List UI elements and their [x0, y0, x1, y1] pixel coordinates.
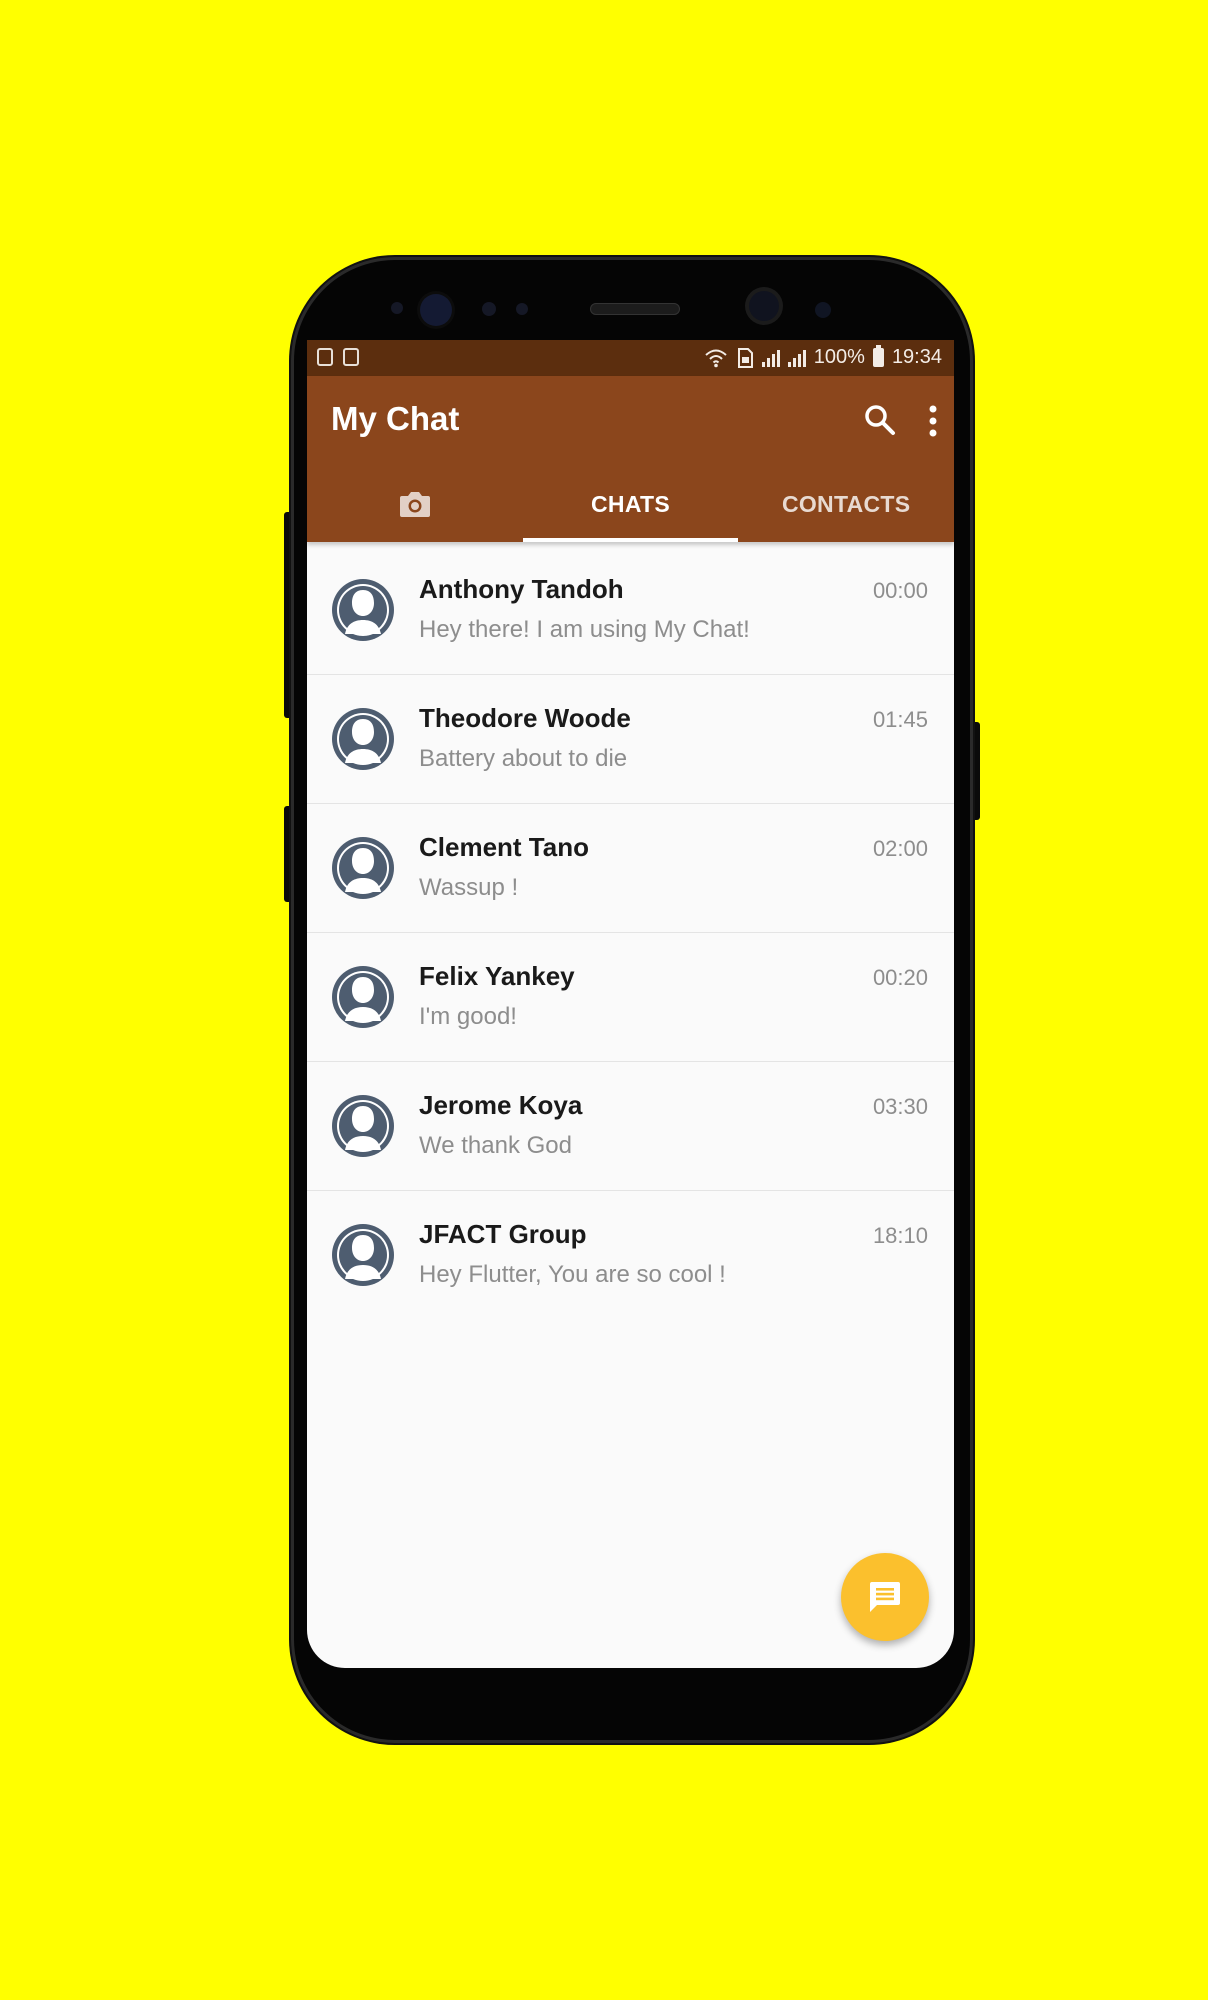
status-right: 100% 19:34 [704, 345, 942, 369]
status-bar: 100% 19:34 [307, 340, 954, 376]
phone-screen: 100% 19:34 My Chat CHATS CONTACTS Anthon… [307, 340, 954, 1668]
camera-icon [399, 492, 430, 517]
chat-time: 00:20 [872, 965, 928, 990]
sensor-dot [391, 302, 403, 314]
chat-name: JFACT Group [419, 1219, 587, 1249]
chat-time: 03:30 [872, 1094, 928, 1119]
tab-chats[interactable]: CHATS [522, 466, 739, 542]
status-time: 19:34 [891, 346, 942, 368]
battery-icon [872, 345, 884, 367]
app-title: My Chat [331, 400, 460, 437]
chat-item[interactable]: Theodore Woode Battery about to die 01:4… [307, 675, 954, 804]
battery-saver-icon [343, 348, 359, 366]
battery-percent: 100% [813, 346, 865, 368]
chat-last-message: I'm good! [419, 1003, 517, 1030]
chat-name: Anthony Tandoh [419, 574, 624, 604]
signal-strength-2-icon [787, 349, 806, 367]
chat-last-message: Battery about to die [419, 745, 628, 772]
search-icon [865, 405, 895, 435]
tab-contacts-label: CONTACTS [781, 490, 911, 517]
tab-contacts[interactable]: CONTACTS [738, 466, 954, 542]
chat-last-message: Hey Flutter, You are so cool ! [419, 1261, 726, 1288]
person-icon [332, 579, 394, 641]
chat-name: Clement Tano [419, 832, 589, 862]
chat-last-message: Hey there! I am using My Chat! [419, 616, 750, 643]
chat-item[interactable]: Jerome Koya We thank God 03:30 [307, 1062, 954, 1191]
iris-sensor [420, 294, 452, 326]
chat-list: Anthony Tandoh Hey there! I am using My … [307, 546, 954, 1319]
chat-time: 01:45 [872, 707, 928, 732]
proximity-sensor [482, 302, 496, 316]
earpiece-speaker [590, 303, 680, 315]
chat-last-message: Wassup ! [419, 874, 519, 901]
sim-card-icon [737, 347, 753, 368]
more-vert-icon [929, 405, 937, 437]
chat-item[interactable]: JFACT Group Hey Flutter, You are so cool… [307, 1191, 954, 1319]
person-icon [332, 837, 394, 899]
person-icon [332, 1224, 394, 1286]
chat-item[interactable]: Felix Yankey I'm good! 00:20 [307, 933, 954, 1062]
chat-name: Jerome Koya [419, 1090, 583, 1120]
search-button[interactable] [862, 402, 898, 438]
more-options-button[interactable] [925, 404, 941, 438]
tab-chats-label: CHATS [591, 490, 671, 517]
wifi-icon [705, 349, 727, 367]
person-icon [332, 966, 394, 1028]
message-icon [870, 1582, 900, 1612]
front-camera-sensor [815, 302, 831, 318]
app-bar: My Chat CHATS CONTACTS [307, 376, 954, 542]
chat-time: 02:00 [872, 836, 928, 861]
new-message-fab[interactable] [841, 1553, 929, 1641]
tab-camera[interactable] [307, 466, 523, 542]
light-sensor [516, 303, 528, 315]
notification-app-icon [317, 348, 333, 366]
chat-item[interactable]: Anthony Tandoh Hey there! I am using My … [307, 546, 954, 675]
signal-strength-icon [761, 349, 780, 367]
notification-icons [317, 348, 359, 366]
chat-name: Felix Yankey [419, 961, 575, 991]
chat-time: 00:00 [872, 578, 928, 603]
chat-name: Theodore Woode [419, 703, 631, 733]
chat-item[interactable]: Clement Tano Wassup ! 02:00 [307, 804, 954, 933]
front-camera [749, 291, 779, 321]
chat-time: 18:10 [872, 1223, 928, 1248]
person-icon [332, 708, 394, 770]
chat-last-message: We thank God [419, 1132, 572, 1159]
tab-bar: CHATS CONTACTS [307, 466, 954, 542]
person-icon [332, 1095, 394, 1157]
